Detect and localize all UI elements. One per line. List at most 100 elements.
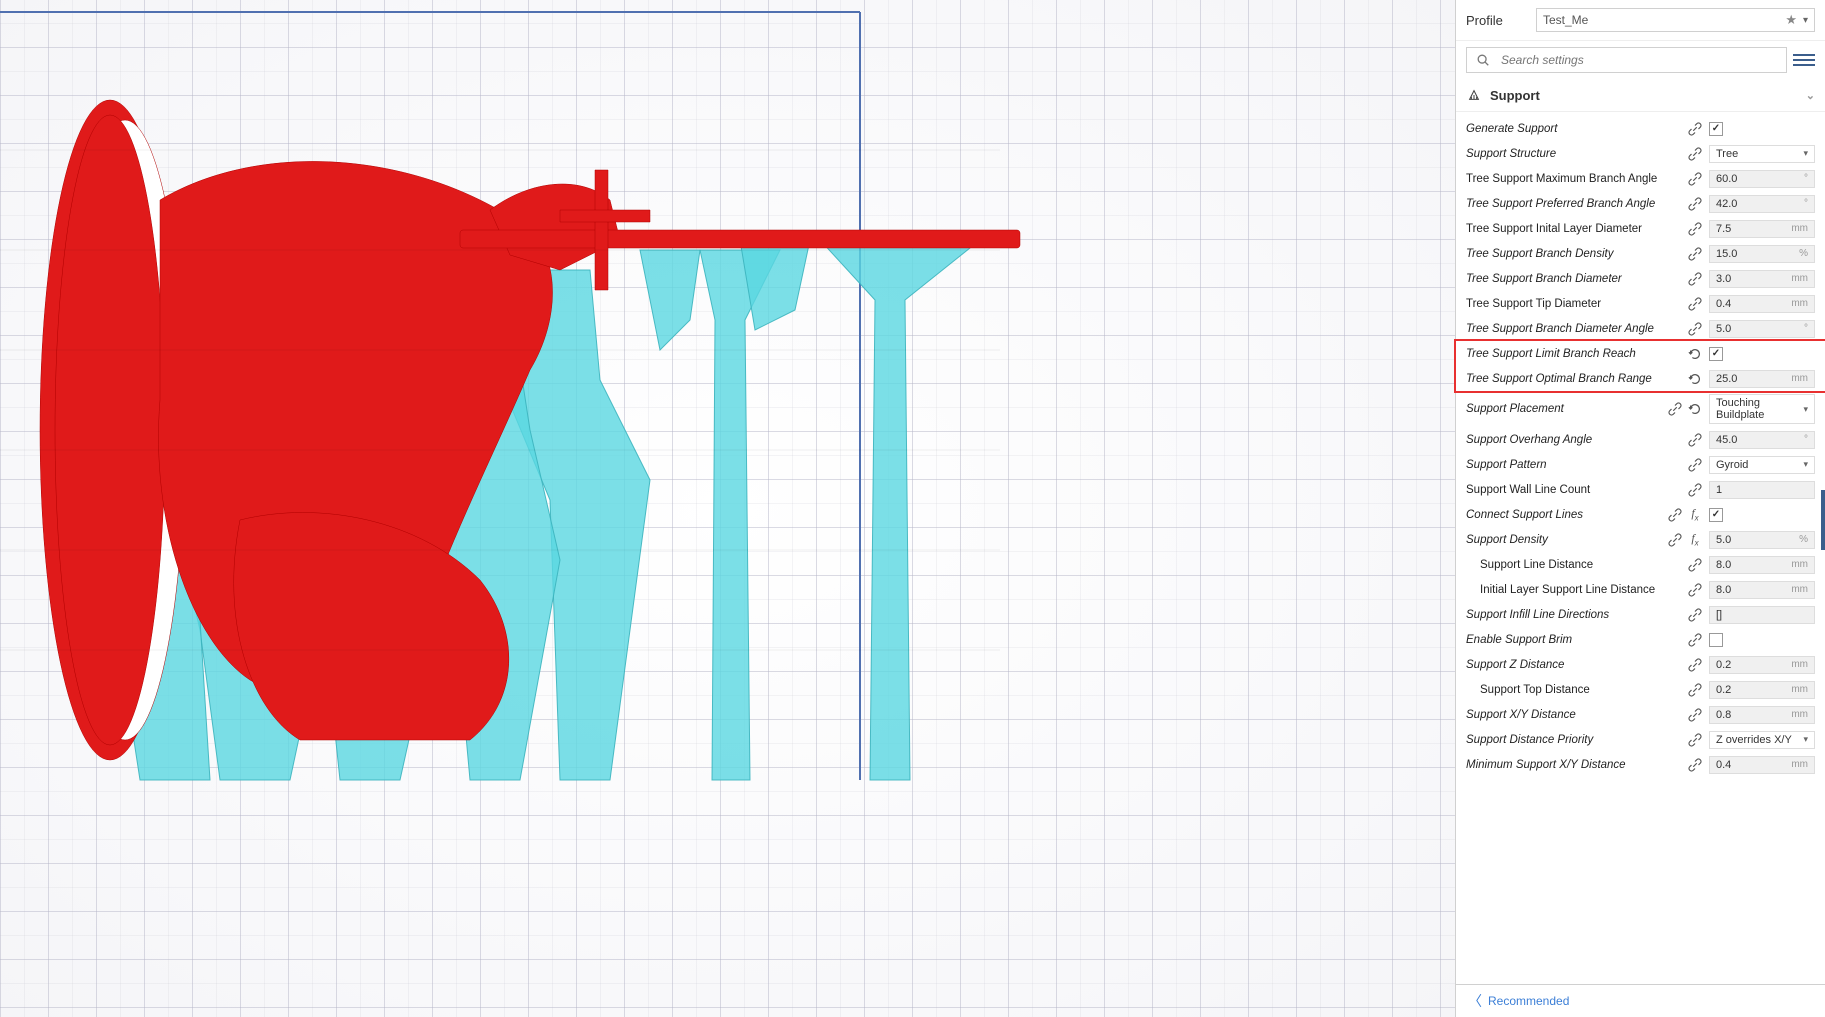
- setting-icons: fx: [1667, 507, 1703, 523]
- link-icon[interactable]: [1687, 682, 1703, 698]
- link-icon[interactable]: [1687, 432, 1703, 448]
- setting-input[interactable]: 0.4mm: [1709, 295, 1815, 313]
- chevron-down-icon: ▾: [1803, 148, 1808, 159]
- link-icon[interactable]: [1687, 171, 1703, 187]
- star-icon[interactable]: ★: [1785, 12, 1797, 28]
- recommended-button[interactable]: 〈 Recommended: [1456, 984, 1825, 1017]
- chevron-down-icon: ▾: [1803, 459, 1808, 470]
- setting-icons: [1687, 146, 1703, 162]
- link-icon[interactable]: [1687, 246, 1703, 262]
- input-value: 5.0: [1716, 534, 1799, 546]
- link-icon[interactable]: [1667, 401, 1683, 417]
- profile-select[interactable]: Test_Me ★ ▾: [1536, 8, 1815, 32]
- link-icon[interactable]: [1687, 121, 1703, 137]
- setting-support_line_distance: Support Line Distance8.0mm: [1456, 552, 1825, 577]
- link-icon[interactable]: [1687, 732, 1703, 748]
- fx-icon[interactable]: fx: [1687, 532, 1703, 548]
- setting-label: Support Structure: [1466, 148, 1687, 160]
- setting-support_infill_line_directions: Support Infill Line Directions[]: [1456, 602, 1825, 627]
- checkbox[interactable]: [1709, 508, 1723, 522]
- reset-icon[interactable]: [1687, 346, 1703, 362]
- setting-icons: [1687, 196, 1703, 212]
- setting-tree_optimal_branch_range: Tree Support Optimal Branch Range25.0mm: [1456, 366, 1825, 391]
- setting-dropdown[interactable]: Z overrides X/Y▾: [1709, 731, 1815, 749]
- link-icon[interactable]: [1687, 321, 1703, 337]
- setting-input[interactable]: 3.0mm: [1709, 270, 1815, 288]
- setting-input[interactable]: 8.0mm: [1709, 581, 1815, 599]
- checkbox[interactable]: [1709, 633, 1723, 647]
- setting-input[interactable]: 0.8mm: [1709, 706, 1815, 724]
- setting-support_density: Support Densityfx5.0%: [1456, 527, 1825, 552]
- setting-checkbox-cell: [1709, 122, 1815, 136]
- link-icon[interactable]: [1687, 296, 1703, 312]
- setting-dropdown[interactable]: Tree▾: [1709, 145, 1815, 163]
- link-icon[interactable]: [1687, 707, 1703, 723]
- setting-checkbox-cell: [1709, 508, 1815, 522]
- search-box[interactable]: [1466, 47, 1787, 73]
- setting-tree_limit_branch_reach: Tree Support Limit Branch Reach: [1456, 341, 1825, 366]
- setting-support_overhang_angle: Support Overhang Angle45.0°: [1456, 427, 1825, 452]
- input-value: 0.2: [1716, 684, 1791, 696]
- reset-icon[interactable]: [1687, 401, 1703, 417]
- setting-input[interactable]: 60.0°: [1709, 170, 1815, 188]
- setting-input[interactable]: 0.2mm: [1709, 681, 1815, 699]
- setting-icons: [1667, 401, 1703, 417]
- setting-input[interactable]: 5.0°: [1709, 320, 1815, 338]
- hamburger-menu-icon[interactable]: [1793, 49, 1815, 71]
- setting-label: Support Distance Priority: [1466, 734, 1687, 746]
- link-icon[interactable]: [1687, 657, 1703, 673]
- setting-connect_support_lines: Connect Support Lines fx: [1456, 502, 1825, 527]
- chevron-left-icon: 〈: [1468, 991, 1482, 1011]
- link-icon[interactable]: [1687, 632, 1703, 648]
- setting-input[interactable]: 8.0mm: [1709, 556, 1815, 574]
- link-icon[interactable]: [1687, 607, 1703, 623]
- link-icon[interactable]: [1687, 271, 1703, 287]
- setting-input[interactable]: 1: [1709, 481, 1815, 499]
- right-edge-tab[interactable]: [1821, 490, 1825, 550]
- dropdown-value: Tree: [1716, 148, 1803, 160]
- link-icon[interactable]: [1687, 482, 1703, 498]
- setting-dropdown[interactable]: Gyroid▾: [1709, 456, 1815, 474]
- link-icon[interactable]: [1687, 196, 1703, 212]
- link-icon[interactable]: [1687, 457, 1703, 473]
- 3d-viewport[interactable]: [0, 0, 1455, 1017]
- setting-icons: [1687, 171, 1703, 187]
- setting-tree_initial_layer_diameter: Tree Support Inital Layer Diameter 7.5mm: [1456, 216, 1825, 241]
- setting-input[interactable]: 0.4mm: [1709, 756, 1815, 774]
- setting-label: Tree Support Inital Layer Diameter: [1466, 223, 1687, 235]
- setting-support_structure: Support Structure Tree▾: [1456, 141, 1825, 166]
- setting-input[interactable]: 42.0°: [1709, 195, 1815, 213]
- fx-icon[interactable]: fx: [1687, 507, 1703, 523]
- checkbox[interactable]: [1709, 347, 1723, 361]
- dropdown-value: Z overrides X/Y: [1716, 734, 1803, 746]
- checkbox[interactable]: [1709, 122, 1723, 136]
- input-value: []: [1716, 609, 1808, 621]
- setting-input[interactable]: 25.0mm: [1709, 370, 1815, 388]
- search-input[interactable]: [1499, 52, 1778, 68]
- setting-input[interactable]: 45.0°: [1709, 431, 1815, 449]
- setting-label: Tree Support Maximum Branch Angle: [1466, 173, 1687, 185]
- link-icon[interactable]: [1687, 757, 1703, 773]
- setting-label: Tree Support Branch Diameter Angle: [1466, 323, 1687, 335]
- link-icon[interactable]: [1667, 532, 1683, 548]
- link-icon[interactable]: [1687, 557, 1703, 573]
- setting-label: Connect Support Lines: [1466, 509, 1667, 521]
- setting-label: Support Wall Line Count: [1466, 484, 1687, 496]
- setting-icons: [1687, 482, 1703, 498]
- reset-icon[interactable]: [1687, 371, 1703, 387]
- setting-input[interactable]: 0.2mm: [1709, 656, 1815, 674]
- setting-input[interactable]: 5.0%: [1709, 531, 1815, 549]
- setting-dropdown[interactable]: Touching Buildplate▾: [1709, 394, 1815, 424]
- link-icon[interactable]: [1687, 221, 1703, 237]
- link-icon[interactable]: [1687, 146, 1703, 162]
- support-icon: [1466, 87, 1482, 103]
- input-unit: mm: [1791, 223, 1808, 234]
- setting-input[interactable]: []: [1709, 606, 1815, 624]
- link-icon[interactable]: [1667, 507, 1683, 523]
- setting-input[interactable]: 15.0%: [1709, 245, 1815, 263]
- link-icon[interactable]: [1687, 582, 1703, 598]
- footer-label: Recommended: [1488, 994, 1569, 1008]
- setting-input[interactable]: 7.5mm: [1709, 220, 1815, 238]
- section-header-support[interactable]: Support ⌄: [1456, 79, 1825, 112]
- input-unit: mm: [1791, 659, 1808, 670]
